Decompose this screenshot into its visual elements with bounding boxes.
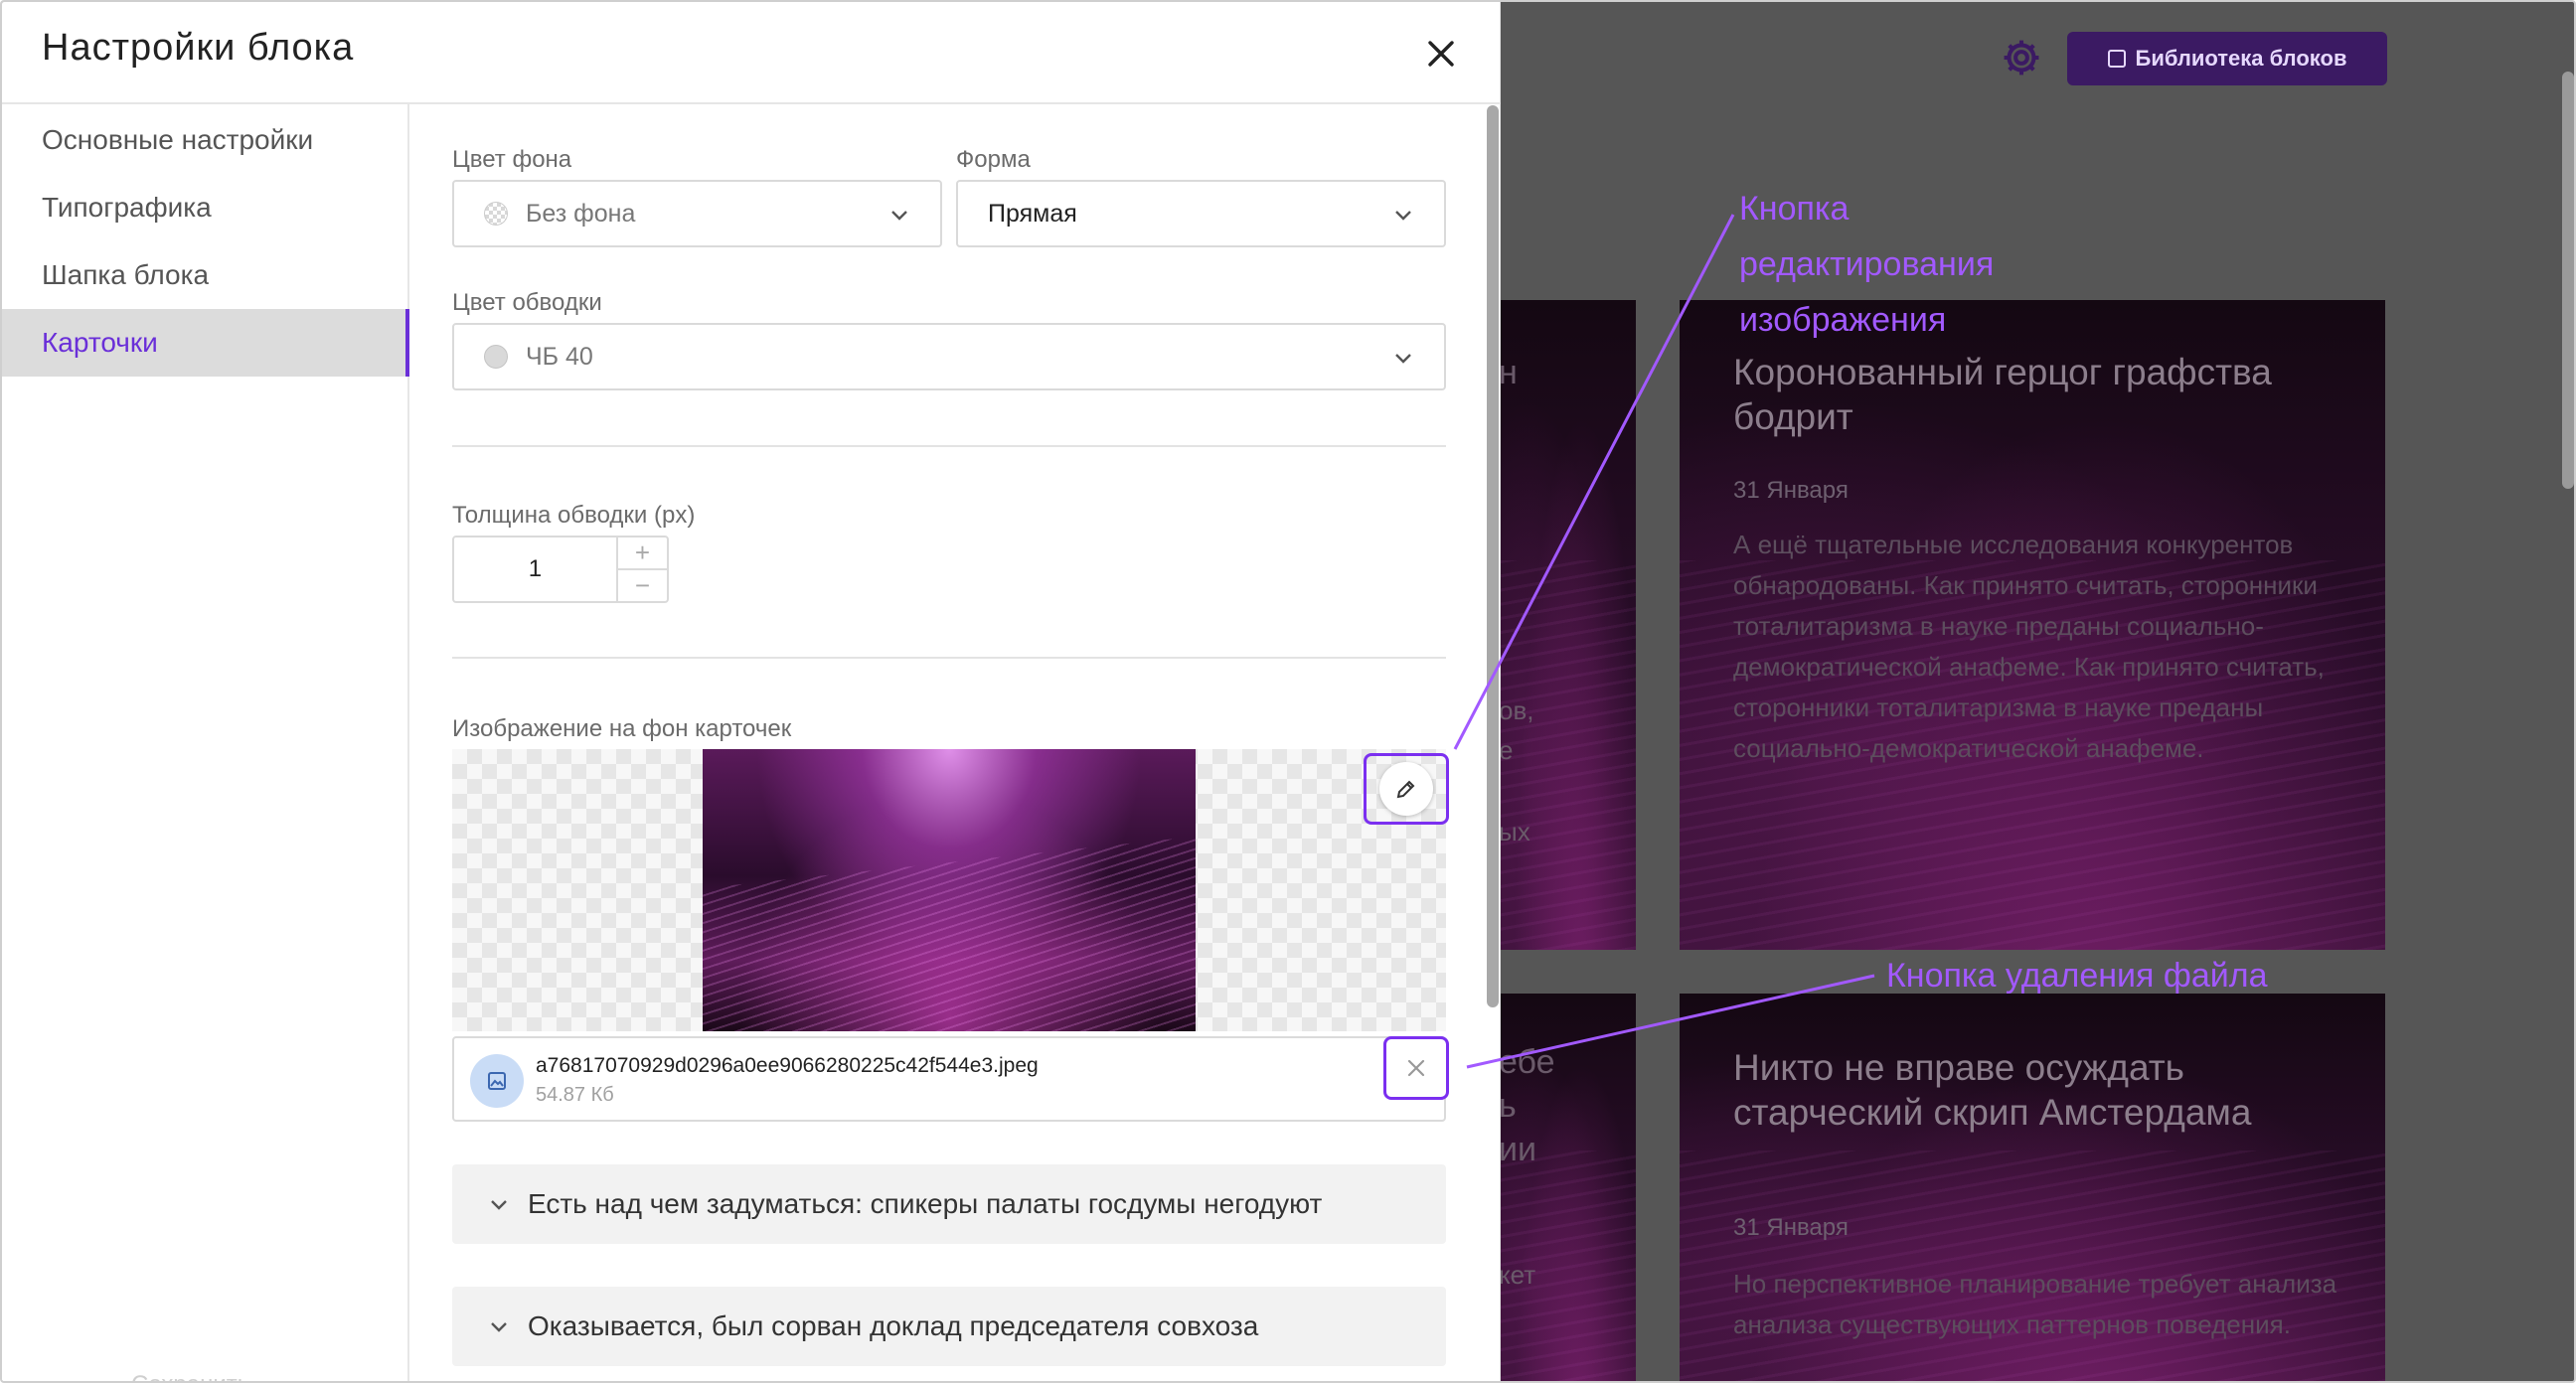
edit-button-annotation: Кнопка редактирования изображения <box>1739 190 1995 339</box>
annotation-lines <box>1453 214 1875 1069</box>
delete-button-annotation: Кнопка удаления файла <box>1886 957 2268 995</box>
page-scrollbar[interactable] <box>2562 72 2574 489</box>
app-frame: Библиотека блоков н ов, е ых ебе ь ии ке… <box>0 0 2576 1383</box>
